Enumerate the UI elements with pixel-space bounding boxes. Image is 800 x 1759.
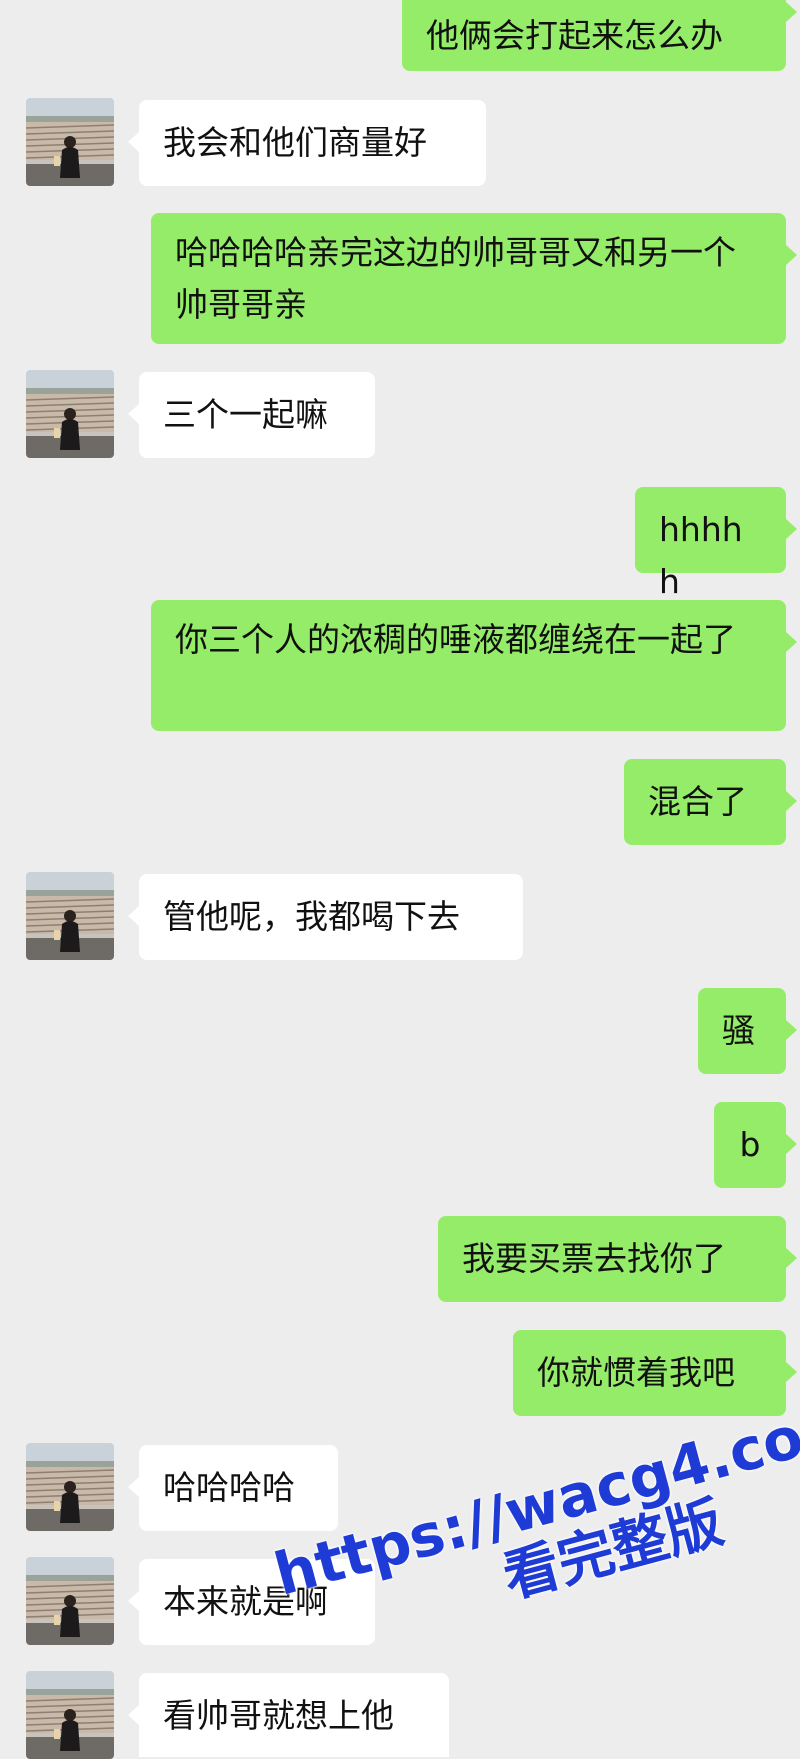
chat-area[interactable]: 他俩会打起来怎么办 我会和他们商量好 哈哈哈哈亲完这边的帅哥哥又和另一个帅哥哥亲…	[0, 0, 800, 1759]
incoming-message-bubble[interactable]: 管他呢，我都喝下去	[128, 874, 523, 960]
incoming-message-bubble[interactable]: 本来就是啊	[128, 1559, 375, 1645]
incoming-message-bubble[interactable]: 我会和他们商量好	[128, 100, 486, 186]
avatar-photo	[26, 1557, 114, 1645]
outgoing-message-bubble[interactable]: hhhhh	[635, 487, 797, 601]
contact-avatar[interactable]	[26, 872, 114, 960]
incoming-message-bubble[interactable]: 看帅哥就想上他	[128, 1673, 449, 1757]
contact-avatar[interactable]	[26, 370, 114, 458]
avatar-photo	[26, 370, 114, 458]
outgoing-message-bubble[interactable]: 你三个人的浓稠的唾液都缠绕在一起了	[151, 600, 797, 731]
avatar-photo	[26, 1671, 114, 1759]
outgoing-message-bubble[interactable]: 他俩会打起来怎么办	[402, 0, 797, 71]
avatar-photo	[26, 872, 114, 960]
contact-avatar[interactable]	[26, 1557, 114, 1645]
incoming-message-bubble[interactable]: 三个一起嘛	[128, 372, 375, 458]
contact-avatar[interactable]	[26, 1443, 114, 1531]
outgoing-message-bubble[interactable]: 骚	[698, 988, 797, 1074]
outgoing-message-bubble[interactable]: 我要买票去找你了	[438, 1216, 797, 1302]
outgoing-message-bubble[interactable]: 你就惯着我吧	[513, 1330, 797, 1416]
contact-avatar[interactable]	[26, 1671, 114, 1759]
contact-avatar[interactable]	[26, 98, 114, 186]
outgoing-message-bubble[interactable]: 哈哈哈哈亲完这边的帅哥哥又和另一个帅哥哥亲	[151, 213, 797, 344]
avatar-photo	[26, 1443, 114, 1531]
outgoing-message-bubble[interactable]: b	[714, 1102, 797, 1188]
avatar-photo	[26, 98, 114, 186]
outgoing-message-bubble[interactable]: 混合了	[624, 759, 797, 845]
incoming-message-bubble[interactable]: 哈哈哈哈	[128, 1445, 338, 1531]
